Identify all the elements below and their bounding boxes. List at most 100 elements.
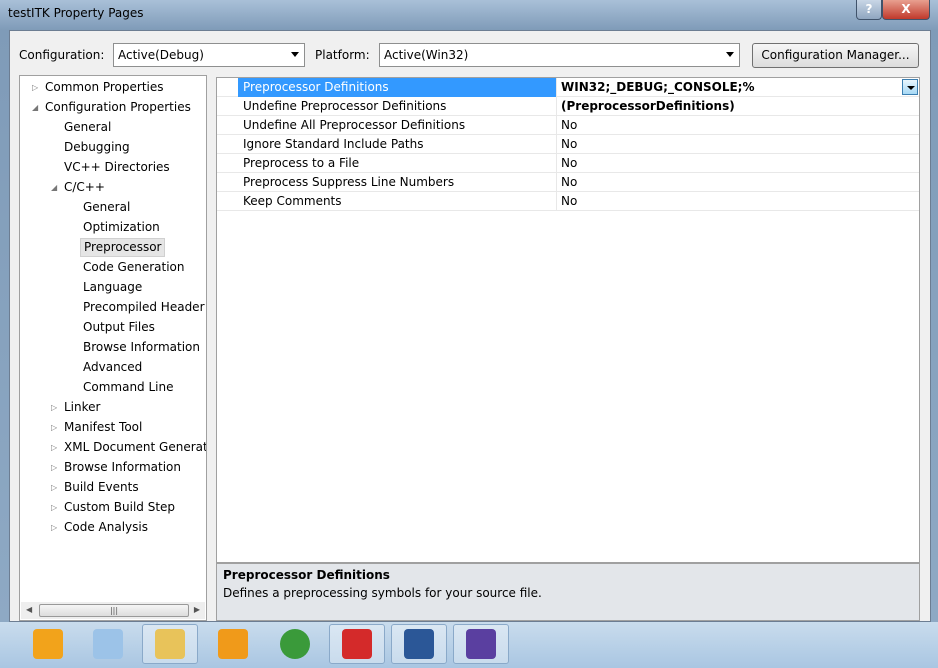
collapsed-arrow-icon[interactable]: ▷ bbox=[51, 438, 57, 457]
tree-item-label: Manifest Tool bbox=[64, 420, 143, 434]
tree-item[interactable]: Optimization bbox=[20, 218, 206, 237]
tree-item[interactable]: ▷ Manifest Tool bbox=[20, 418, 206, 437]
tree-item[interactable]: ▷ Code Analysis bbox=[20, 518, 206, 537]
tree-item-label: Preprocessor bbox=[80, 238, 166, 257]
property-value[interactable]: No bbox=[558, 154, 919, 173]
tree-item[interactable]: VC++ Directories bbox=[20, 158, 206, 177]
tree-item[interactable]: Debugging bbox=[20, 138, 206, 157]
collapsed-arrow-icon[interactable]: ▷ bbox=[32, 78, 38, 97]
tree-item-label: Debugging bbox=[64, 140, 130, 154]
tree-item[interactable]: Output Files bbox=[20, 318, 206, 337]
tree-item[interactable]: Advanced bbox=[20, 358, 206, 377]
tree-item[interactable]: Preprocessor bbox=[20, 238, 206, 257]
taskbar-button[interactable] bbox=[142, 624, 198, 664]
taskbar-button[interactable] bbox=[205, 624, 261, 664]
tree-item-label: Code Analysis bbox=[64, 520, 148, 534]
property-value[interactable]: No bbox=[558, 173, 919, 192]
tree-item-label: General bbox=[83, 200, 131, 214]
property-row[interactable]: Keep Comments No bbox=[217, 192, 919, 211]
description-panel: Preprocessor Definitions Defines a prepr… bbox=[216, 563, 920, 621]
tree-item[interactable]: Browse Information bbox=[20, 338, 206, 357]
property-name: Preprocess Suppress Line Numbers bbox=[238, 173, 557, 192]
taskbar-button[interactable] bbox=[391, 624, 447, 664]
tree-item-label: C/C++ bbox=[64, 180, 105, 194]
tree-item[interactable]: ◢ Configuration Properties bbox=[20, 98, 206, 117]
scroll-right-icon[interactable]: ▶ bbox=[194, 605, 200, 614]
tree-item-label: Command Line bbox=[83, 380, 174, 394]
tree-item[interactable]: Command Line bbox=[20, 378, 206, 397]
close-button[interactable]: X bbox=[882, 0, 930, 20]
property-value[interactable]: No bbox=[558, 135, 919, 154]
configuration-value: Active(Debug) bbox=[118, 48, 204, 62]
tree-item[interactable]: General bbox=[20, 118, 206, 137]
property-row[interactable]: Preprocess to a File No bbox=[217, 154, 919, 173]
collapsed-arrow-icon[interactable]: ▷ bbox=[51, 418, 57, 437]
taskbar-button[interactable] bbox=[267, 624, 323, 664]
tree-item[interactable]: ◢ C/C++ bbox=[20, 178, 206, 197]
configuration-manager-button[interactable]: Configuration Manager... bbox=[752, 43, 919, 68]
taskbar-button[interactable] bbox=[20, 624, 76, 664]
tree-item-label: Configuration Properties bbox=[45, 100, 191, 114]
tree-item-label: Common Properties bbox=[45, 80, 164, 94]
property-name: Preprocess to a File bbox=[238, 154, 557, 173]
configuration-label: Configuration: bbox=[19, 48, 105, 62]
property-value[interactable]: No bbox=[558, 192, 919, 211]
property-name: Keep Comments bbox=[238, 192, 557, 211]
collapsed-arrow-icon[interactable]: ▷ bbox=[51, 398, 57, 417]
scrollbar-thumb[interactable]: ||| bbox=[39, 604, 189, 617]
tree-item-label: XML Document Generat bbox=[64, 440, 207, 454]
property-row[interactable]: Preprocess Suppress Line Numbers No bbox=[217, 173, 919, 192]
description-text: Defines a preprocessing symbols for your… bbox=[223, 586, 542, 600]
property-row[interactable]: Ignore Standard Include Paths No bbox=[217, 135, 919, 154]
property-row[interactable]: Preprocessor Definitions WIN32;_DEBUG;_CO… bbox=[217, 78, 919, 113]
tree-item[interactable]: Code Generation bbox=[20, 258, 206, 277]
window-title: testITK Property Pages bbox=[8, 6, 144, 20]
tree-item[interactable]: General bbox=[20, 198, 206, 217]
taskbar-button[interactable] bbox=[453, 624, 509, 664]
property-name: Undefine All Preprocessor Definitions bbox=[238, 116, 557, 135]
tree-item[interactable]: ▷ Common Properties bbox=[20, 78, 206, 97]
taskbar bbox=[0, 622, 938, 668]
chrome-icon bbox=[280, 629, 310, 659]
tree-item[interactable]: Precompiled Header bbox=[20, 298, 206, 317]
collapsed-arrow-icon[interactable]: ▷ bbox=[51, 518, 57, 537]
property-grid: Preprocessor Definitions WIN32;_DEBUG;_CO… bbox=[216, 77, 920, 563]
property-row[interactable]: Undefine Preprocessor Definitions bbox=[217, 97, 919, 116]
tree-item-label: Code Generation bbox=[83, 260, 185, 274]
property-name: Undefine Preprocessor Definitions bbox=[238, 97, 557, 116]
tree-item-label: General bbox=[64, 120, 112, 134]
configuration-select[interactable]: Active(Debug) bbox=[113, 43, 305, 67]
horizontal-scrollbar[interactable]: ◀ ||| ▶ bbox=[21, 602, 205, 619]
property-value[interactable] bbox=[558, 97, 919, 116]
platform-label: Platform: bbox=[315, 48, 370, 62]
tree-item[interactable]: Language bbox=[20, 278, 206, 297]
tree-item-label: VC++ Directories bbox=[64, 160, 170, 174]
property-value[interactable]: WIN32;_DEBUG;_CONSOLE;%(PreprocessorDefi… bbox=[558, 78, 919, 113]
dropdown-button[interactable] bbox=[902, 79, 918, 95]
chevron-down-icon bbox=[726, 52, 734, 57]
collapsed-arrow-icon[interactable]: ▷ bbox=[51, 458, 57, 477]
tree-item-label: Custom Build Step bbox=[64, 500, 176, 514]
tree-item[interactable]: ▷ Linker bbox=[20, 398, 206, 417]
taskbar-button[interactable] bbox=[80, 624, 136, 664]
taskbar-button[interactable] bbox=[329, 624, 385, 664]
property-row[interactable]: Undefine All Preprocessor Definitions No bbox=[217, 116, 919, 135]
expanded-arrow-icon[interactable]: ◢ bbox=[32, 98, 38, 117]
tree-item[interactable]: ▷ Build Events bbox=[20, 478, 206, 497]
scroll-left-icon[interactable]: ◀ bbox=[26, 605, 32, 614]
property-tree[interactable]: ▷ Code Analysis ▷ Custom Build Step ▷ Build E… bbox=[19, 75, 207, 621]
expanded-arrow-icon[interactable]: ◢ bbox=[51, 178, 57, 197]
tree-item-label: Output Files bbox=[83, 320, 155, 334]
file-explorer-icon bbox=[155, 629, 185, 659]
platform-select[interactable]: Active(Win32) bbox=[379, 43, 740, 67]
property-value[interactable]: No bbox=[558, 116, 919, 135]
tree-item[interactable]: ▷ Browse Information bbox=[20, 458, 206, 477]
vmware-icon bbox=[218, 629, 248, 659]
help-button[interactable]: ? bbox=[856, 0, 882, 20]
tree-item-label: Precompiled Header bbox=[83, 300, 205, 314]
tree-item[interactable]: ▷ Custom Build Step bbox=[20, 498, 206, 517]
collapsed-arrow-icon[interactable]: ▷ bbox=[51, 478, 57, 497]
collapsed-arrow-icon[interactable]: ▷ bbox=[51, 498, 57, 517]
property-name: Preprocessor Definitions bbox=[238, 78, 557, 97]
tree-item[interactable]: ▷ XML Document Generat bbox=[20, 438, 206, 457]
